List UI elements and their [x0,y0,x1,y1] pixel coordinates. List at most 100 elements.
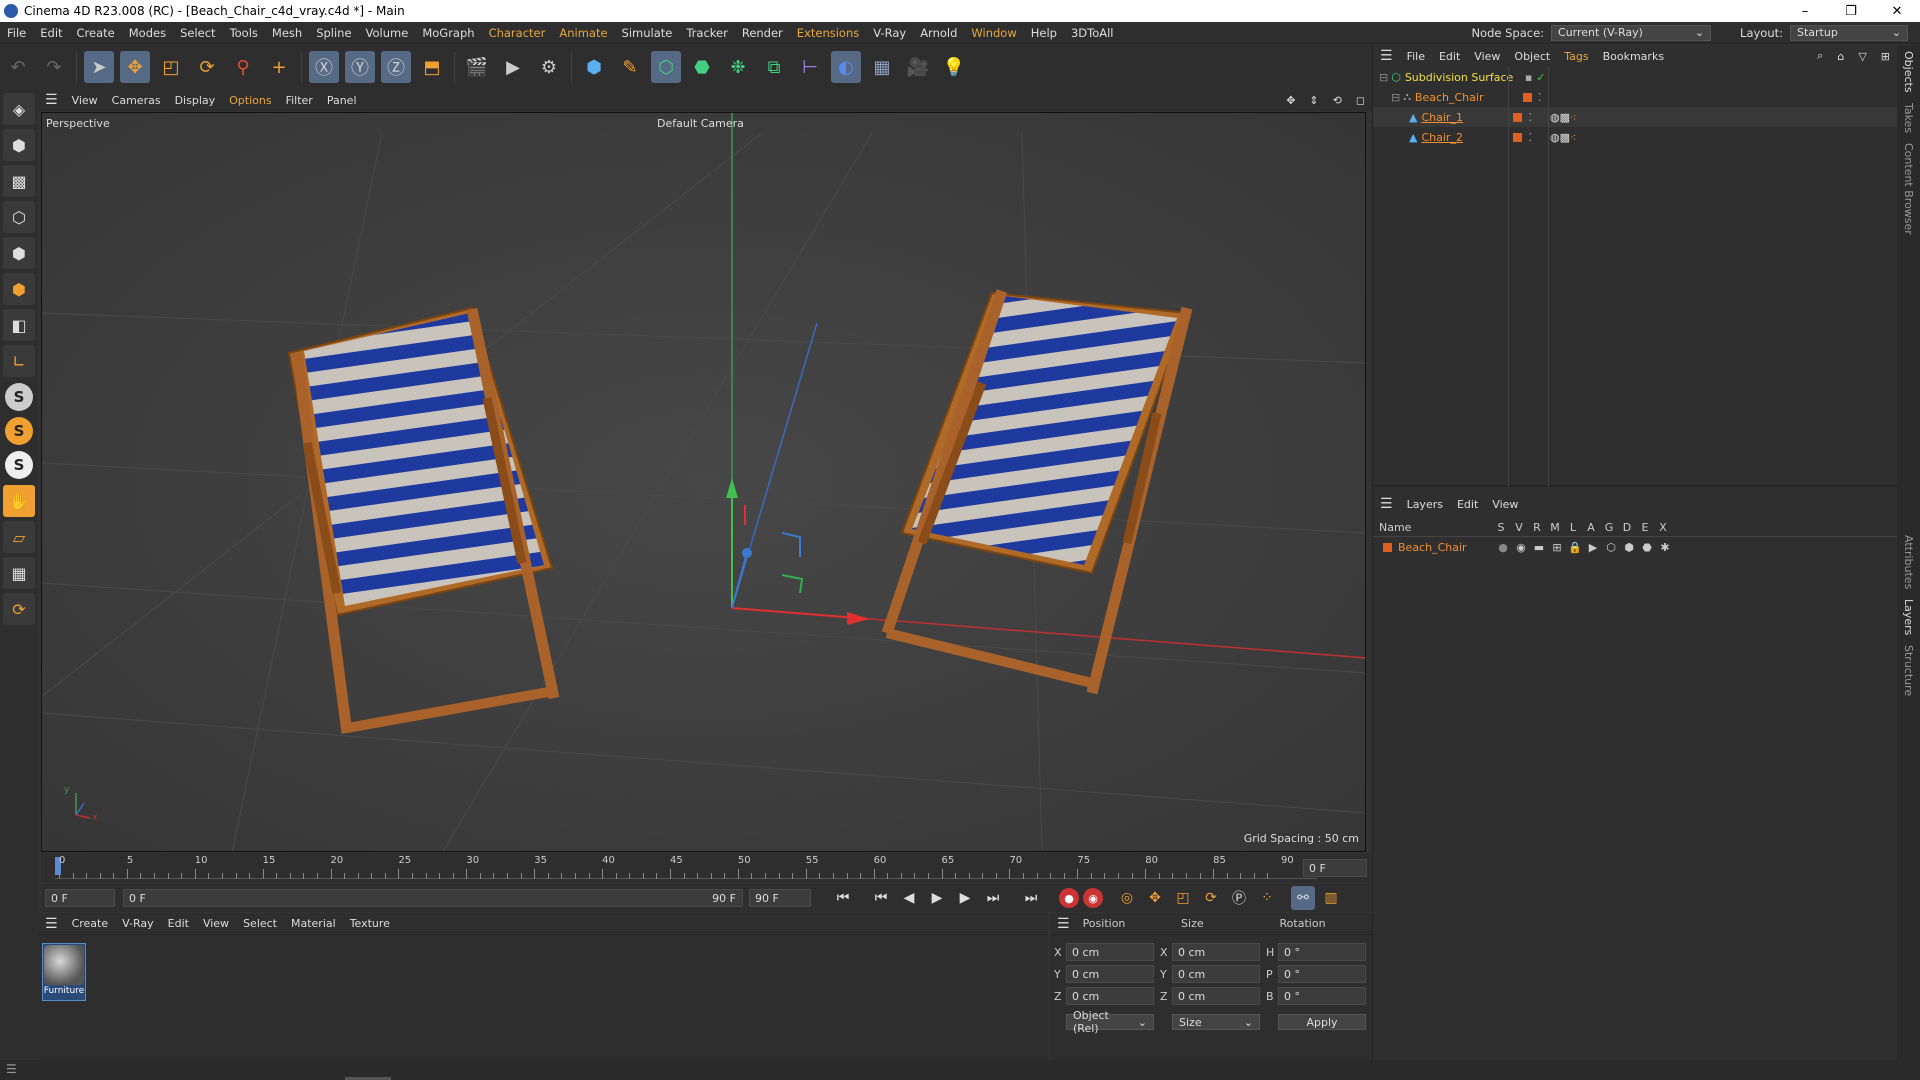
menu-character[interactable]: Character [482,26,553,40]
menu-file[interactable]: File [0,26,33,40]
side-tab-layers[interactable]: Layers [1902,599,1915,635]
uvw-tag-icon[interactable]: ▩ [1560,131,1570,144]
layer-color-icon[interactable] [1513,132,1523,142]
workplane-icon[interactable]: ▱ [3,521,35,553]
place-tool-icon[interactable]: + [264,51,294,83]
z-axis-lock-icon[interactable]: Ⓩ [381,51,411,83]
coordinate-system-icon[interactable]: ⬒ [417,51,447,83]
search-icon[interactable]: ⌕ [1810,49,1830,63]
layout-dropdown[interactable]: Startup ⌄ [1790,24,1908,41]
timeline-ruler[interactable]: 0 5 10 15 20 25 30 35 40 45 50 55 60 65 70 75 80 85 90 0 F [41,853,1371,883]
menu-modes[interactable]: Modes [122,26,173,40]
new-window-icon[interactable]: ⊞ [1874,50,1897,63]
material-menu-texture[interactable]: Texture [343,917,397,930]
timeline-window-icon[interactable]: ▥ [1319,886,1343,910]
side-tab-takes[interactable]: Takes [1902,103,1915,133]
hamburger-icon[interactable]: ☰ [38,92,65,108]
undo-icon[interactable]: ↶ [3,51,33,83]
keyframe-selection-icon[interactable]: ◎ [1115,886,1139,910]
render-icon[interactable]: ▬ [1530,541,1548,554]
quantize-icon[interactable]: S [5,451,33,479]
make-editable-icon[interactable]: ◈ [3,93,35,125]
object-menu-file[interactable]: File [1400,50,1432,63]
node-space-dropdown[interactable]: Current (V-Ray) ⌄ [1551,24,1712,41]
viewport-move-icon[interactable]: ✥ [1279,94,1302,107]
rotation-h-field[interactable]: 0 ° [1278,943,1366,961]
menu-simulate[interactable]: Simulate [615,26,680,40]
viewport-menu-cameras[interactable]: Cameras [105,94,168,107]
menu-volume[interactable]: Volume [359,26,416,40]
go-to-end-icon[interactable]: ⏭ [1019,886,1043,910]
axis-mode-icon[interactable]: ∟ [3,345,35,377]
side-tab-structure[interactable]: Structure [1902,645,1915,696]
material-menu-select[interactable]: Select [236,917,284,930]
step-back-icon[interactable]: ◀ [897,886,921,910]
select-cursor-icon[interactable]: ➤ [84,51,114,83]
camera-icon[interactable]: 🎥 [903,51,933,83]
object-row-beach-chair[interactable]: ⊟ ⛬ Beach_Chair ⁚ [1373,87,1897,107]
menu-animate[interactable]: Animate [552,26,614,40]
scale-tool-icon[interactable]: ◰ [156,51,186,83]
layer-menu-edit[interactable]: Edit [1450,498,1485,511]
minimize-button[interactable]: – [1782,4,1828,19]
position-x-field[interactable]: 0 cm [1066,943,1154,961]
size-z-field[interactable]: 0 cm [1172,987,1260,1005]
material-menu-create[interactable]: Create [65,917,116,930]
model-mode-icon[interactable]: ⬢ [3,129,35,161]
workplane-grid-icon[interactable]: ▦ [3,557,35,589]
filter-icon[interactable]: ▽ [1851,50,1873,63]
next-key-icon[interactable]: ⏭ [981,886,1005,910]
menu-mograph[interactable]: MoGraph [415,26,481,40]
layer-menu-layers[interactable]: Layers [1400,498,1450,511]
render-view-icon[interactable]: ▶ [498,51,528,83]
xref-icon[interactable]: ✱ [1656,541,1674,554]
layer-row-beach-chair[interactable]: Beach_Chair ● ◉ ▬ ⊞ 🔒 ▶ ⬡ ⬢ ⬣ ✱ [1373,537,1897,557]
scale-key-icon[interactable]: ◰ [1171,886,1195,910]
manager-icon[interactable]: ⊞ [1548,541,1566,554]
menu-spline[interactable]: Spline [309,26,358,40]
collapse-icon[interactable]: ⊟ [1391,91,1400,104]
menu-window[interactable]: Window [964,26,1023,40]
viewport-camera-label[interactable]: Default Camera [657,117,744,130]
material-swatch-furniture[interactable]: Furniture [42,943,86,1001]
cube-primitive-icon[interactable]: ⬢ [579,51,609,83]
hamburger-icon[interactable]: ☰ [38,916,65,932]
texture-mode-icon[interactable]: ▩ [3,165,35,197]
menu-tools[interactable]: Tools [223,26,265,40]
size-y-field[interactable]: 0 cm [1172,965,1260,983]
material-tag-icon[interactable]: ◍ [1550,131,1560,144]
menu-tracker[interactable]: Tracker [679,26,735,40]
current-frame-field[interactable]: 0 F [1303,859,1367,877]
layer-color-icon[interactable] [1522,92,1532,102]
timeline-track[interactable]: 0 5 10 15 20 25 30 35 40 45 50 55 60 65 70 75 80 85 90 [55,855,1317,879]
snap-settings-icon[interactable]: S [5,417,33,445]
expressions-icon[interactable]: ⬣ [1638,541,1656,554]
deformer-icon[interactable]: ⊢ [795,51,825,83]
viewport-menu-display[interactable]: Display [168,94,223,107]
menu-edit[interactable]: Edit [33,26,69,40]
workplane-lock-icon[interactable]: ⟳ [3,593,35,625]
viewport-menu-filter[interactable]: Filter [279,94,320,107]
layer-color-icon[interactable] [1513,112,1523,122]
visibility-dots-icon[interactable]: ⁚ [1528,111,1532,124]
end-frame-field[interactable]: 90 F [749,889,811,907]
menu-help[interactable]: Help [1024,26,1064,40]
x-axis-lock-icon[interactable]: Ⓧ [309,51,339,83]
cloner-icon[interactable]: ❉ [723,51,753,83]
3d-viewport[interactable]: Perspective Default Camera y x Grid Spac… [41,112,1366,852]
home-icon[interactable]: ⌂ [1830,50,1851,63]
field-object-icon[interactable]: ◐ [831,51,861,83]
hamburger-icon[interactable]: ☰ [1373,496,1400,512]
spline-pen-icon[interactable]: ✎ [615,51,645,83]
position-y-field[interactable]: 0 cm [1066,965,1154,983]
material-menu-vray[interactable]: V-Ray [115,917,161,930]
tweak-mode-icon[interactable]: ✋ [3,485,35,517]
point-mode-icon[interactable]: ⬡ [3,201,35,233]
coordinate-mode-dropdown[interactable]: Object (Rel) ⌄ [1066,1009,1154,1035]
step-forward-icon[interactable]: ▶ [953,886,977,910]
parameter-key-icon[interactable]: Ⓟ [1227,886,1251,910]
close-button[interactable]: ✕ [1874,4,1920,19]
y-axis-lock-icon[interactable]: Ⓨ [345,51,375,83]
lock-icon[interactable]: 🔒 [1566,541,1584,554]
extrude-generator-icon[interactable]: ⬣ [687,51,717,83]
